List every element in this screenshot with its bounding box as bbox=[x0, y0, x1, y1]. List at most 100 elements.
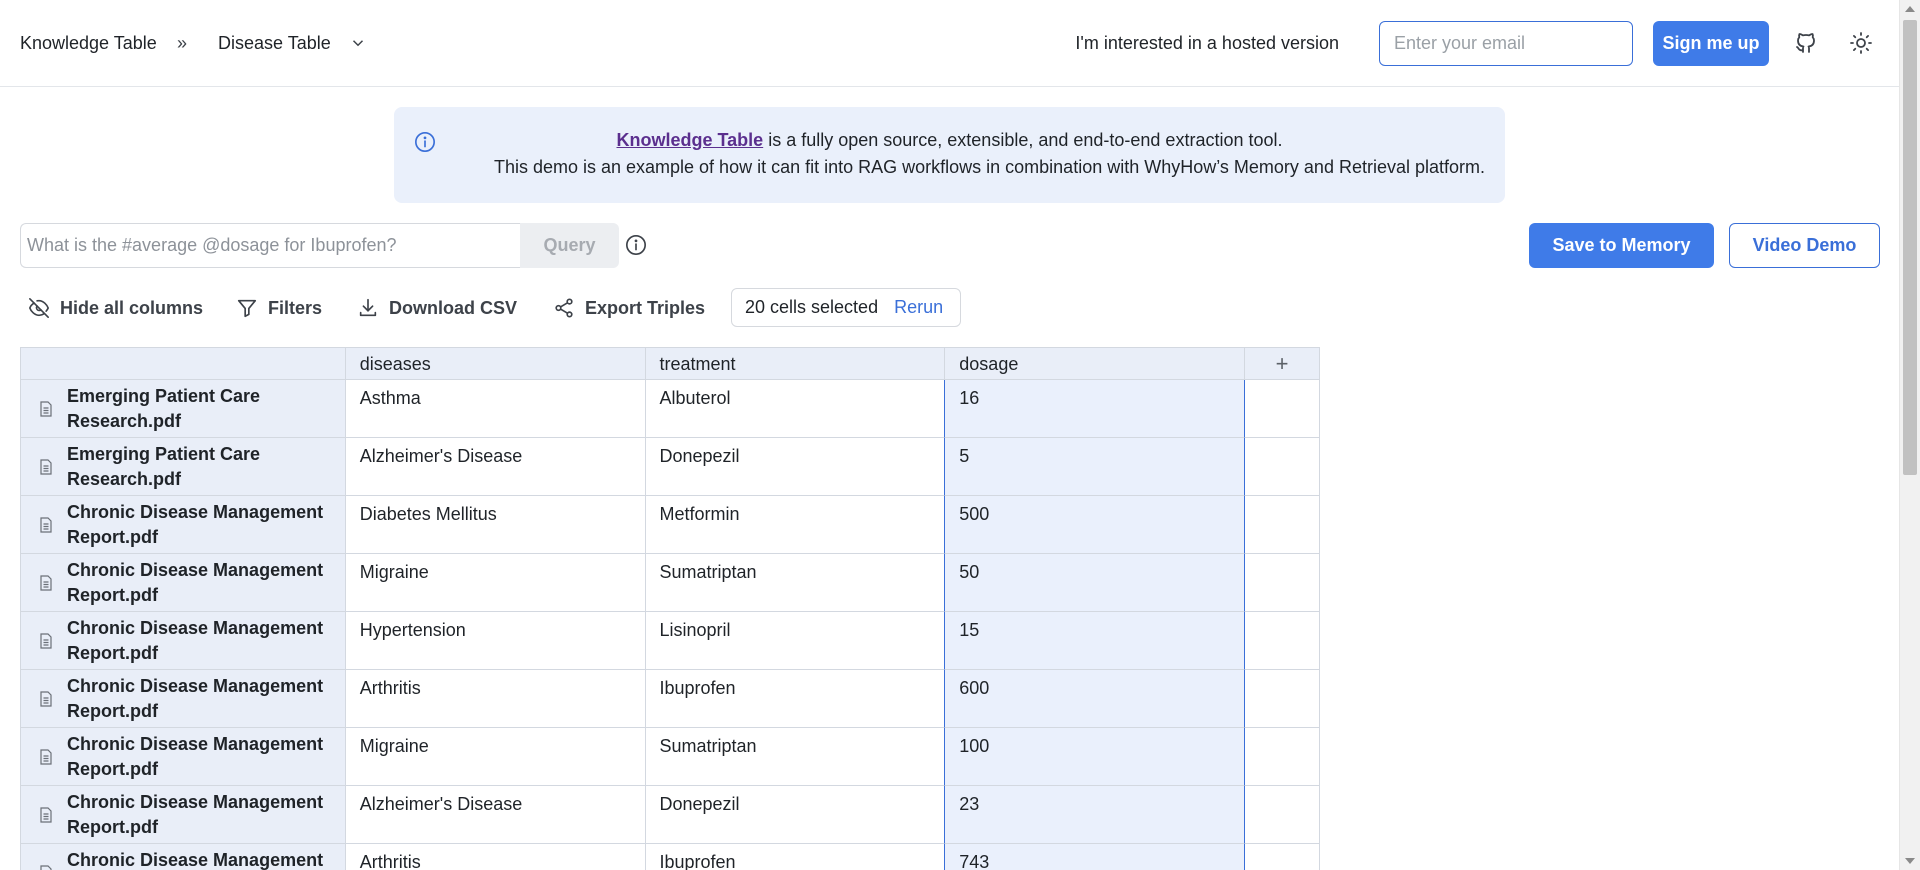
query-info-icon[interactable] bbox=[625, 234, 647, 256]
export-triples-button[interactable]: Export Triples bbox=[553, 296, 705, 320]
treatment-cell[interactable]: Metformin bbox=[645, 496, 946, 554]
document-name: Chronic Disease Management Report.pdf bbox=[67, 791, 324, 837]
table-row: Chronic Disease Management Report.pdf Alz… bbox=[21, 786, 1320, 844]
dosage-cell[interactable]: 5 bbox=[944, 438, 1246, 496]
document-name: Chronic Disease Management Report.pdf bbox=[67, 617, 324, 663]
file-icon bbox=[39, 690, 53, 707]
diseases-cell[interactable]: Alzheimer's Disease bbox=[345, 786, 646, 844]
table-row: Emerging Patient Care Research.pdf Alzhei… bbox=[21, 438, 1320, 496]
document-name: Chronic Disease Management Report.pdf bbox=[67, 675, 324, 721]
diseases-cell[interactable]: Migraine bbox=[345, 554, 646, 612]
file-icon bbox=[39, 806, 53, 823]
empty-cell bbox=[1245, 496, 1320, 554]
table-row: Chronic Disease Management Report.pdf Mig… bbox=[21, 554, 1320, 612]
dosage-cell[interactable]: 15 bbox=[944, 612, 1246, 670]
hide-all-columns-label: Hide all columns bbox=[60, 297, 204, 318]
empty-cell bbox=[1245, 554, 1320, 612]
treatment-cell[interactable]: Ibuprofen bbox=[645, 670, 946, 728]
download-csv-button[interactable]: Download CSV bbox=[357, 296, 517, 320]
treatment-cell[interactable]: Donepezil bbox=[645, 438, 946, 496]
file-icon bbox=[39, 400, 53, 417]
export-triples-label: Export Triples bbox=[585, 297, 706, 318]
document-cell[interactable]: Chronic Disease Management Report.pdf bbox=[21, 670, 346, 728]
empty-cell bbox=[1245, 786, 1320, 844]
dosage-cell[interactable]: 500 bbox=[944, 496, 1246, 554]
dosage-cell[interactable]: 23 bbox=[944, 786, 1246, 844]
theme-toggle-icon[interactable] bbox=[1849, 31, 1873, 55]
document-cell[interactable]: Chronic Disease Management Report.pdf bbox=[21, 786, 346, 844]
treatment-cell[interactable]: Sumatriptan bbox=[645, 728, 946, 786]
scroll-up-arrow-icon[interactable] bbox=[1905, 6, 1915, 12]
treatment-cell[interactable]: Sumatriptan bbox=[645, 554, 946, 612]
file-icon bbox=[39, 574, 53, 591]
empty-cell bbox=[1245, 612, 1320, 670]
add-column-button[interactable]: + bbox=[1245, 348, 1320, 380]
save-to-memory-button[interactable]: Save to Memory bbox=[1529, 223, 1714, 268]
treatment-cell[interactable]: Donepezil bbox=[645, 786, 946, 844]
document-name: Chronic Disease Management Report.pdf bbox=[67, 559, 324, 605]
video-demo-button[interactable]: Video Demo bbox=[1729, 223, 1880, 268]
diseases-cell[interactable]: Arthritis bbox=[345, 670, 646, 728]
github-icon[interactable] bbox=[1794, 31, 1818, 55]
email-field[interactable] bbox=[1379, 21, 1633, 66]
dosage-cell[interactable]: 50 bbox=[944, 554, 1246, 612]
document-cell[interactable]: Chronic Disease Management Report.pdf bbox=[21, 844, 346, 870]
document-name: Chronic Disease Management Report.pdf bbox=[67, 501, 324, 547]
table-header-row: diseases treatment dosage + bbox=[21, 348, 1320, 380]
filters-label: Filters bbox=[268, 297, 323, 318]
diseases-cell[interactable]: Alzheimer's Disease bbox=[345, 438, 646, 496]
empty-cell bbox=[1245, 728, 1320, 786]
table-row: Chronic Disease Management Report.pdf Dia… bbox=[21, 496, 1320, 554]
document-cell[interactable]: Emerging Patient Care Research.pdf bbox=[21, 438, 346, 496]
diseases-cell[interactable]: Diabetes Mellitus bbox=[345, 496, 646, 554]
dosage-cell[interactable]: 16 bbox=[944, 380, 1246, 438]
banner-line-2: This demo is an example of how it can fi… bbox=[493, 157, 1485, 177]
diseases-cell[interactable]: Migraine bbox=[345, 728, 646, 786]
page-scrollbar[interactable] bbox=[1899, 0, 1920, 870]
diseases-cell[interactable]: Arthritis bbox=[346, 844, 646, 870]
document-cell[interactable]: Chronic Disease Management Report.pdf bbox=[21, 496, 346, 554]
document-cell[interactable]: Chronic Disease Management Report.pdf bbox=[21, 728, 346, 786]
query-input[interactable] bbox=[20, 223, 520, 268]
file-icon bbox=[39, 516, 53, 533]
treatment-cell[interactable]: Albuterol bbox=[645, 380, 946, 438]
dosage-cell[interactable]: 600 bbox=[944, 670, 1246, 728]
query-button[interactable]: Query bbox=[520, 223, 619, 268]
rerun-button[interactable]: Rerun bbox=[894, 297, 943, 318]
treatment-cell[interactable]: Lisinopril bbox=[645, 612, 946, 670]
breadcrumb-current-table[interactable]: Disease Table bbox=[218, 33, 331, 54]
dosage-cell[interactable]: 100 bbox=[944, 728, 1246, 786]
document-name: Emerging Patient Care Research.pdf bbox=[67, 385, 261, 431]
file-icon bbox=[39, 458, 53, 475]
banner-line-1: Knowledge Table is a fully open source, … bbox=[394, 130, 1505, 151]
column-header-treatment[interactable]: treatment bbox=[645, 348, 946, 380]
empty-cell bbox=[1245, 438, 1320, 496]
document-cell[interactable]: Chronic Disease Management Report.pdf bbox=[21, 554, 346, 612]
hide-all-columns-button[interactable]: Hide all columns bbox=[28, 296, 203, 320]
empty-cell bbox=[1245, 844, 1320, 870]
table-row: Chronic Disease Management Report.pdf Mig… bbox=[21, 728, 1320, 786]
document-name: Chronic Disease Management Report.pdf bbox=[67, 849, 324, 870]
knowledge-table-link[interactable]: Knowledge Table bbox=[617, 130, 764, 150]
sign-up-button[interactable]: Sign me up bbox=[1653, 21, 1769, 66]
document-cell[interactable]: Emerging Patient Care Research.pdf bbox=[21, 380, 346, 438]
column-header-dosage[interactable]: dosage bbox=[945, 348, 1246, 380]
download-csv-label: Download CSV bbox=[389, 297, 518, 318]
file-icon bbox=[39, 632, 53, 649]
column-header-diseases[interactable]: diseases bbox=[345, 348, 646, 380]
breadcrumb-root[interactable]: Knowledge Table bbox=[20, 33, 157, 54]
document-name: Emerging Patient Care Research.pdf bbox=[67, 443, 261, 489]
diseases-cell[interactable]: Asthma bbox=[345, 380, 646, 438]
filter-icon bbox=[237, 299, 257, 318]
document-cell[interactable]: Chronic Disease Management Report.pdf bbox=[21, 612, 346, 670]
table-row: Chronic Disease Management Report.pdf Art… bbox=[21, 844, 1320, 870]
chevron-down-icon[interactable] bbox=[349, 34, 367, 52]
file-icon bbox=[39, 864, 53, 870]
diseases-cell[interactable]: Hypertension bbox=[345, 612, 646, 670]
document-column-header bbox=[21, 348, 346, 380]
scroll-thumb[interactable] bbox=[1903, 20, 1917, 475]
treatment-cell[interactable]: Ibuprofen bbox=[646, 844, 946, 870]
filters-button[interactable]: Filters bbox=[236, 296, 322, 320]
dosage-cell[interactable]: 743 bbox=[944, 844, 1246, 870]
scroll-down-arrow-icon[interactable] bbox=[1905, 858, 1915, 864]
